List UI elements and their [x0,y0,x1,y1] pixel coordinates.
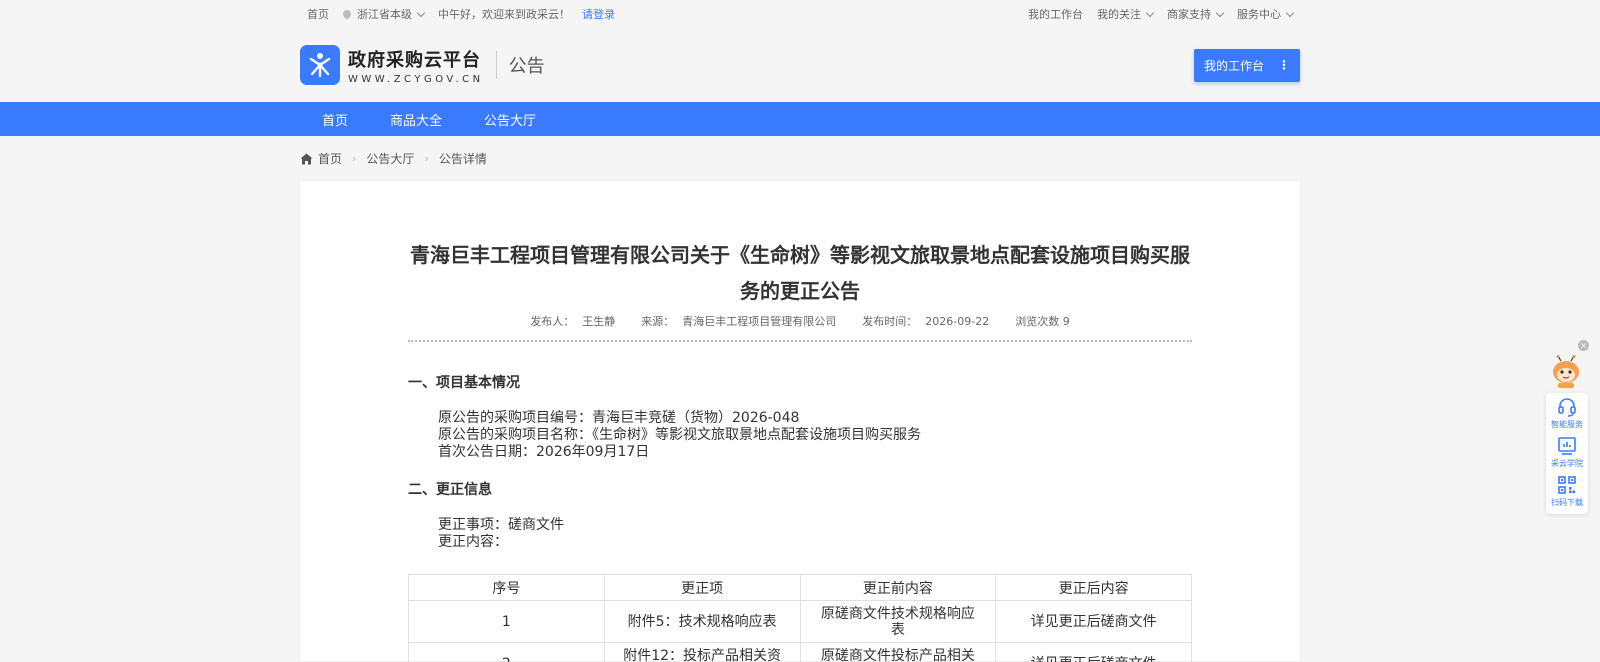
home-icon [300,153,313,164]
logo-subtitle: 公告 [508,56,545,77]
my-follow-menu[interactable]: 我的关注 [1097,6,1155,22]
source-value: 青海巨丰工程项目管理有限公司 [682,315,837,328]
table-cell: 附件12：投标产品相关资料 [603,642,801,662]
column-header: 更正前内容 [799,574,997,601]
service-center-menu[interactable]: 服务中心 [1237,6,1295,22]
login-link[interactable]: 请登录 [582,6,615,22]
top-my-workbench-link[interactable]: 我的工作台 [1028,6,1083,22]
greeting-text: 中午好，欢迎来到政采云！ [438,8,570,21]
breadcrumb-home[interactable]: 首页 [300,150,342,167]
qr-download-label: 扫码下载 [1551,498,1583,507]
table-header-row: 序号 更正项 更正前内容 更正后内容 [408,574,1192,601]
location-pin-icon [341,8,353,20]
correction-content-line: 更正内容： [438,534,508,550]
page-title: 青海巨丰工程项目管理有限公司关于《生命树》等影视文旅取景地点配套设施项目购买服务… [410,243,1190,303]
table-row: 2 附件12：投标产品相关资料 原磋商文件投标产品相关资料 详见更正后磋商文件 [408,642,1192,662]
section-body: 原公告的采购项目编号：青海巨丰竞磋（货物）2026-048 原公告的采购项目名称… [408,410,1192,461]
publish-time-label: 发布时间： [862,315,918,328]
breadcrumb-hall[interactable]: 公告大厅 [366,150,414,167]
merchant-support-label: 商家支持 [1167,8,1211,21]
project-number-line: 原公告的采购项目编号：青海巨丰竞磋（货物）2026-048 [438,410,800,426]
correction-table: 序号 更正项 更正前内容 更正后内容 1 附件5：技术规格响应表 原磋商文件技术… [408,574,1192,662]
section-body: 更正事项：磋商文件 更正内容： [408,517,1192,551]
table-cell: 1 [408,600,605,643]
nav-item-announcements[interactable]: 公告大厅 [484,110,536,129]
logo-url: WWW.ZCYGOV.CN [348,73,484,85]
nav-item-home[interactable]: 首页 [322,110,348,129]
table-cell: 2 [408,642,605,662]
academy-button[interactable]: 采云学院 [1551,436,1583,475]
project-name-line: 原公告的采购项目名称：《生命树》等影视文旅取景地点配套设施项目购买服务 [438,427,921,443]
column-header: 更正项 [603,574,801,601]
floating-service-panel: 智能服务 采云学院 扫码下载 [1546,393,1588,514]
widget-close-button[interactable]: × [1578,340,1589,351]
chevron-down-icon [1215,8,1225,17]
region-label: 浙江省本级 [357,8,412,21]
chevron-down-icon [1145,8,1155,17]
view-count: 浏览次数 9 [1015,315,1070,328]
more-dots-icon: ⋮ [1278,58,1290,72]
breadcrumb: 首页 › 公告大厅 › 公告详情 [0,136,1600,181]
chevron-down-icon [1285,8,1295,17]
correction-item-line: 更正事项：磋商文件 [438,517,564,533]
title-divider [408,340,1192,342]
table-cell: 原磋商文件技术规格响应表 [799,600,997,643]
breadcrumb-detail: 公告详情 [438,152,487,166]
source-label: 来源： [641,315,675,328]
top-bar: 首页 浙江省本级 中午好，欢迎来到政采云！ 请登录 我的工作台 我的关注 商家支… [0,0,1600,28]
logo-name: 政府采购云平台 [348,49,481,71]
chevron-right-icon: › [352,152,357,165]
main-nav: 首页 商品大全 公告大厅 [0,102,1600,136]
mascot-icon[interactable] [1549,355,1583,389]
headset-icon [1558,398,1576,417]
logo-icon [300,45,340,85]
qr-download-button[interactable]: 扫码下载 [1551,475,1583,514]
qr-code-icon [1558,476,1576,494]
merchant-support-menu[interactable]: 商家支持 [1167,6,1225,22]
table-cell: 详见更正后磋商文件 [995,642,1192,662]
academy-label: 采云学院 [1551,459,1583,468]
section-heading: 一、项目基本情况 [408,375,520,391]
publish-time-value: 2026-09-22 [925,315,990,328]
region-selector[interactable]: 浙江省本级 [341,6,426,22]
nav-item-products[interactable]: 商品大全 [390,110,442,129]
first-publish-date-line: 首次公告日期：2026年09月17日 [438,444,650,460]
table-cell: 详见更正后磋商文件 [995,600,1192,643]
publisher-value: 王生静 [582,315,616,328]
publisher-label: 发布人： [530,315,575,328]
table-row: 1 附件5：技术规格响应表 原磋商文件技术规格响应表 详见更正后磋商文件 [408,600,1192,643]
column-header: 序号 [408,574,605,601]
my-follow-label: 我的关注 [1097,8,1141,21]
top-home-link[interactable]: 首页 [307,6,329,22]
announcement-card: 青海巨丰工程项目管理有限公司关于《生命树》等影视文旅取景地点配套设施项目购买服务… [300,181,1300,662]
academy-icon [1558,437,1576,455]
section-heading: 二、更正信息 [408,482,492,498]
chevron-right-icon: › [424,152,429,165]
smart-service-button[interactable]: 智能服务 [1551,397,1583,436]
my-workbench-button[interactable]: 我的工作台 ⋮ [1194,48,1300,82]
article-meta: 发布人： 王生静 来源： 青海巨丰工程项目管理有限公司 发布时间： 2026-09-2… [408,313,1192,329]
table-cell: 附件5：技术规格响应表 [603,600,801,643]
chevron-down-icon [416,8,426,17]
column-header: 更正后内容 [995,574,1192,601]
site-header: 政府采购云平台 WWW.ZCYGOV.CN 公告 我的工作台 ⋮ [0,28,1600,102]
service-center-label: 服务中心 [1237,8,1281,21]
logo-divider [495,51,497,79]
table-cell: 原磋商文件投标产品相关资料 [799,642,997,662]
breadcrumb-home-label: 首页 [318,152,343,166]
smart-service-label: 智能服务 [1551,420,1583,429]
my-workbench-button-label: 我的工作台 [1203,58,1264,73]
site-logo[interactable]: 政府采购云平台 WWW.ZCYGOV.CN 公告 [300,45,545,85]
